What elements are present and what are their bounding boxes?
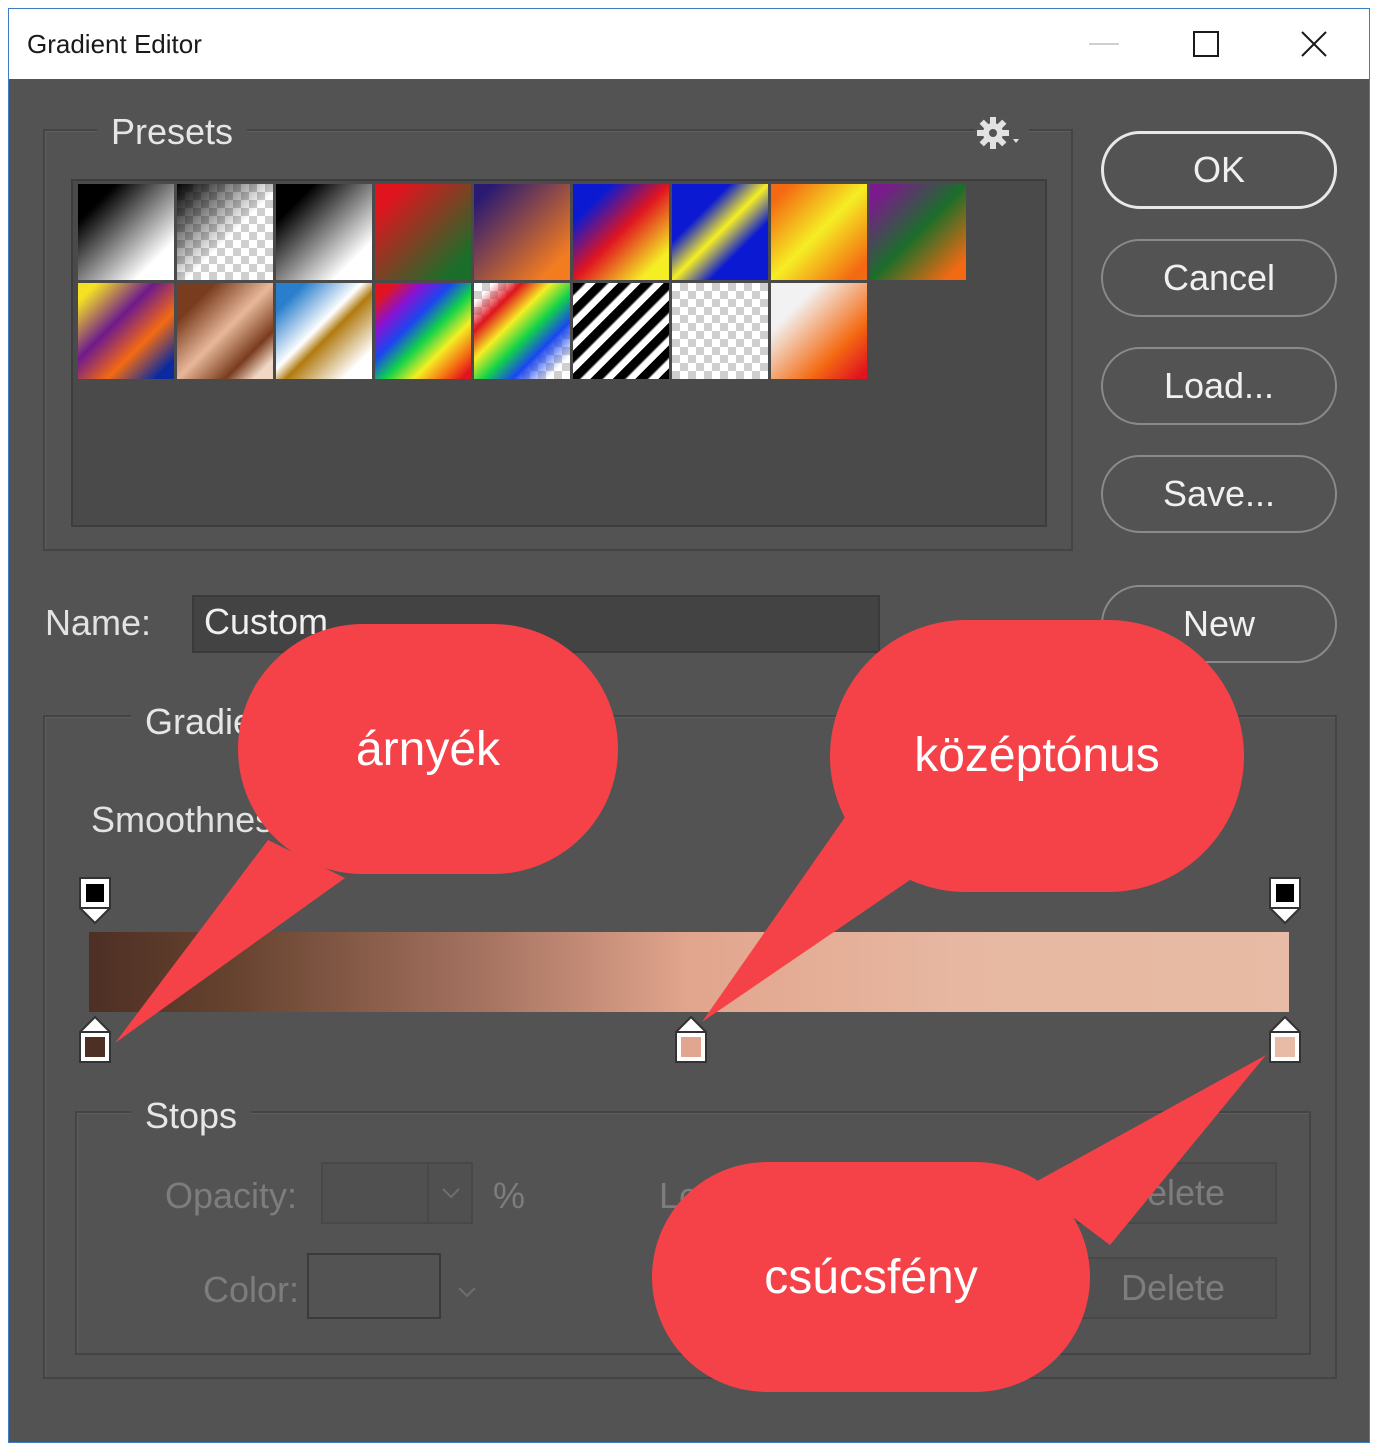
opacity-unit: % (493, 1175, 526, 1216)
preset-swatch[interactable] (672, 283, 768, 379)
preset-swatch[interactable] (78, 283, 174, 379)
preset-swatch[interactable] (276, 283, 372, 379)
chevron-down-icon[interactable] (457, 1285, 477, 1299)
preset-swatch[interactable] (573, 283, 669, 379)
color-label: Color: (203, 1269, 300, 1310)
opacity-stop-icon (1267, 877, 1303, 925)
color-stop-icon (1267, 1015, 1303, 1063)
preset-swatch[interactable] (276, 184, 372, 280)
presets-list[interactable] (71, 179, 1047, 527)
preset-swatch[interactable] (375, 184, 471, 280)
color-stop-icon (673, 1015, 709, 1063)
chevron-down-icon (442, 1188, 460, 1199)
preset-swatch[interactable] (672, 184, 768, 280)
minimize-icon (1089, 43, 1119, 45)
maximize-icon (1193, 31, 1219, 57)
opacity-stop-icon (77, 877, 113, 925)
presets-menu-button[interactable] (975, 115, 1029, 151)
color-stop-midtone[interactable] (673, 1015, 709, 1070)
minimize-button[interactable] (1049, 9, 1159, 79)
opacity-input[interactable] (321, 1162, 473, 1224)
preset-swatch[interactable] (375, 283, 471, 379)
title-bar: Gradient Editor (9, 9, 1369, 79)
window-title: Gradient Editor (27, 29, 202, 59)
opacity-stop-left[interactable] (77, 877, 113, 932)
close-icon (1301, 31, 1327, 57)
preset-swatch[interactable] (771, 184, 867, 280)
delete-color-stop-button[interactable]: Delete (1069, 1257, 1277, 1319)
load-button[interactable]: Load... (1101, 347, 1337, 425)
color-swatch-input[interactable] (307, 1253, 441, 1319)
preset-swatch[interactable] (474, 283, 570, 379)
maximize-button[interactable] (1151, 9, 1261, 79)
color-stop-highlight[interactable] (1267, 1015, 1303, 1070)
opacity-label: Opacity: (165, 1175, 298, 1216)
save-button[interactable]: Save... (1101, 455, 1337, 533)
name-input[interactable]: Custom (192, 595, 880, 653)
delete-opacity-stop-button[interactable]: Delete (1069, 1162, 1277, 1224)
divider (427, 1164, 429, 1222)
preset-swatch[interactable] (78, 184, 174, 280)
location-label: Lo (659, 1175, 700, 1216)
callout-shadow-text: árnyék (355, 723, 501, 776)
cancel-button[interactable]: Cancel (1101, 239, 1337, 317)
close-button[interactable] (1259, 9, 1369, 79)
preset-swatch[interactable] (573, 184, 669, 280)
preset-swatch[interactable] (177, 283, 273, 379)
opacity-stop-right[interactable] (1267, 877, 1303, 932)
preset-swatch[interactable] (771, 283, 867, 379)
new-button[interactable]: New (1101, 585, 1337, 663)
callout-midtone-text: középtónus (914, 729, 1160, 782)
ok-button[interactable]: OK (1101, 131, 1337, 209)
gradient-editor-window: Gradient Editor Presets OK Cancel Load..… (8, 8, 1370, 1443)
callout-highlight-text: csúcsfény (764, 1251, 978, 1304)
gradient-bar[interactable] (89, 932, 1289, 1012)
preset-swatch[interactable] (474, 184, 570, 280)
preset-swatch[interactable] (177, 184, 273, 280)
preset-swatch[interactable] (870, 184, 966, 280)
gear-icon (977, 117, 1019, 149)
stops-label: Stops (131, 1095, 252, 1137)
color-stop-icon (77, 1015, 113, 1063)
presets-label: Presets (97, 111, 248, 153)
name-label: Name: (45, 602, 152, 643)
color-stop-shadow[interactable] (77, 1015, 113, 1070)
smoothness-label: Smoothnes (91, 799, 274, 840)
